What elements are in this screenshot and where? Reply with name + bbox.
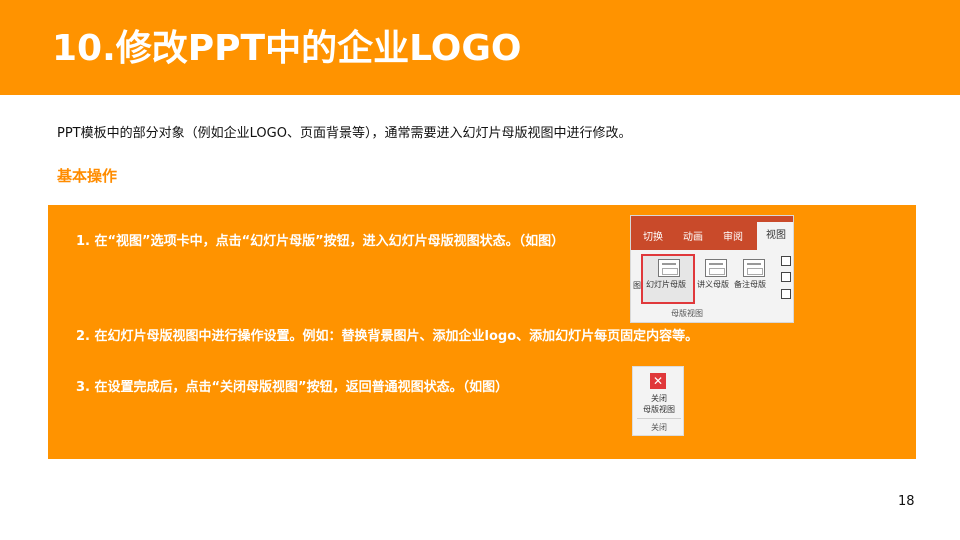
handout-master-icon	[705, 259, 727, 277]
master-views-group-label: 母版视图	[671, 309, 703, 318]
page-number: 18	[898, 494, 915, 509]
step-3: 3. 在设置完成后，点击“关闭母版视图”按钮，返回普通视图状态。（如图）	[76, 380, 509, 395]
checkbox[interactable]	[781, 272, 791, 282]
divider	[637, 418, 681, 419]
step-2: 2. 在幻灯片母版视图中进行操作设置。例如：替换背景图片、添加企业logo、添加…	[76, 329, 699, 344]
checkbox[interactable]	[781, 256, 791, 266]
tab-view[interactable]: 视图	[757, 222, 793, 250]
cut-off-label: 图	[633, 281, 641, 290]
page-title: 10.修改PPT中的企业LOGO	[52, 28, 522, 69]
checkbox[interactable]	[781, 289, 791, 299]
slide-master-icon	[658, 259, 680, 277]
tab-animations[interactable]: 动画	[683, 228, 703, 243]
notes-master-button[interactable]: 备注母版	[734, 279, 766, 290]
tab-review[interactable]: 审阅	[723, 228, 743, 243]
close-group-label: 关闭	[651, 423, 667, 432]
tab-transitions[interactable]: 切换	[643, 228, 663, 243]
notes-master-icon	[743, 259, 765, 277]
close-icon[interactable]: ✕	[650, 373, 666, 389]
title-bar: 10.修改PPT中的企业LOGO	[0, 0, 960, 95]
section-heading: 基本操作	[57, 167, 118, 185]
intro-text: PPT模板中的部分对象（例如企业LOGO、页面背景等），通常需要进入幻灯片母版视…	[57, 126, 632, 141]
close-master-label-2[interactable]: 母版视图	[633, 404, 685, 415]
handout-master-button[interactable]: 讲义母版	[697, 279, 729, 290]
close-master-label-1[interactable]: 关闭	[633, 393, 685, 404]
slide-master-button[interactable]: 幻灯片母版	[646, 279, 686, 290]
step-1: 1. 在“视图”选项卡中，点击“幻灯片母版”按钮，进入幻灯片母版视图状态。（如图…	[76, 234, 565, 249]
close-master-screenshot: ✕ 关闭 母版视图 关闭	[632, 366, 684, 436]
ribbon-screenshot: 切换 动画 审阅 视图 图 幻灯片母版 讲义母版 备注母版 母版视图	[630, 215, 794, 323]
